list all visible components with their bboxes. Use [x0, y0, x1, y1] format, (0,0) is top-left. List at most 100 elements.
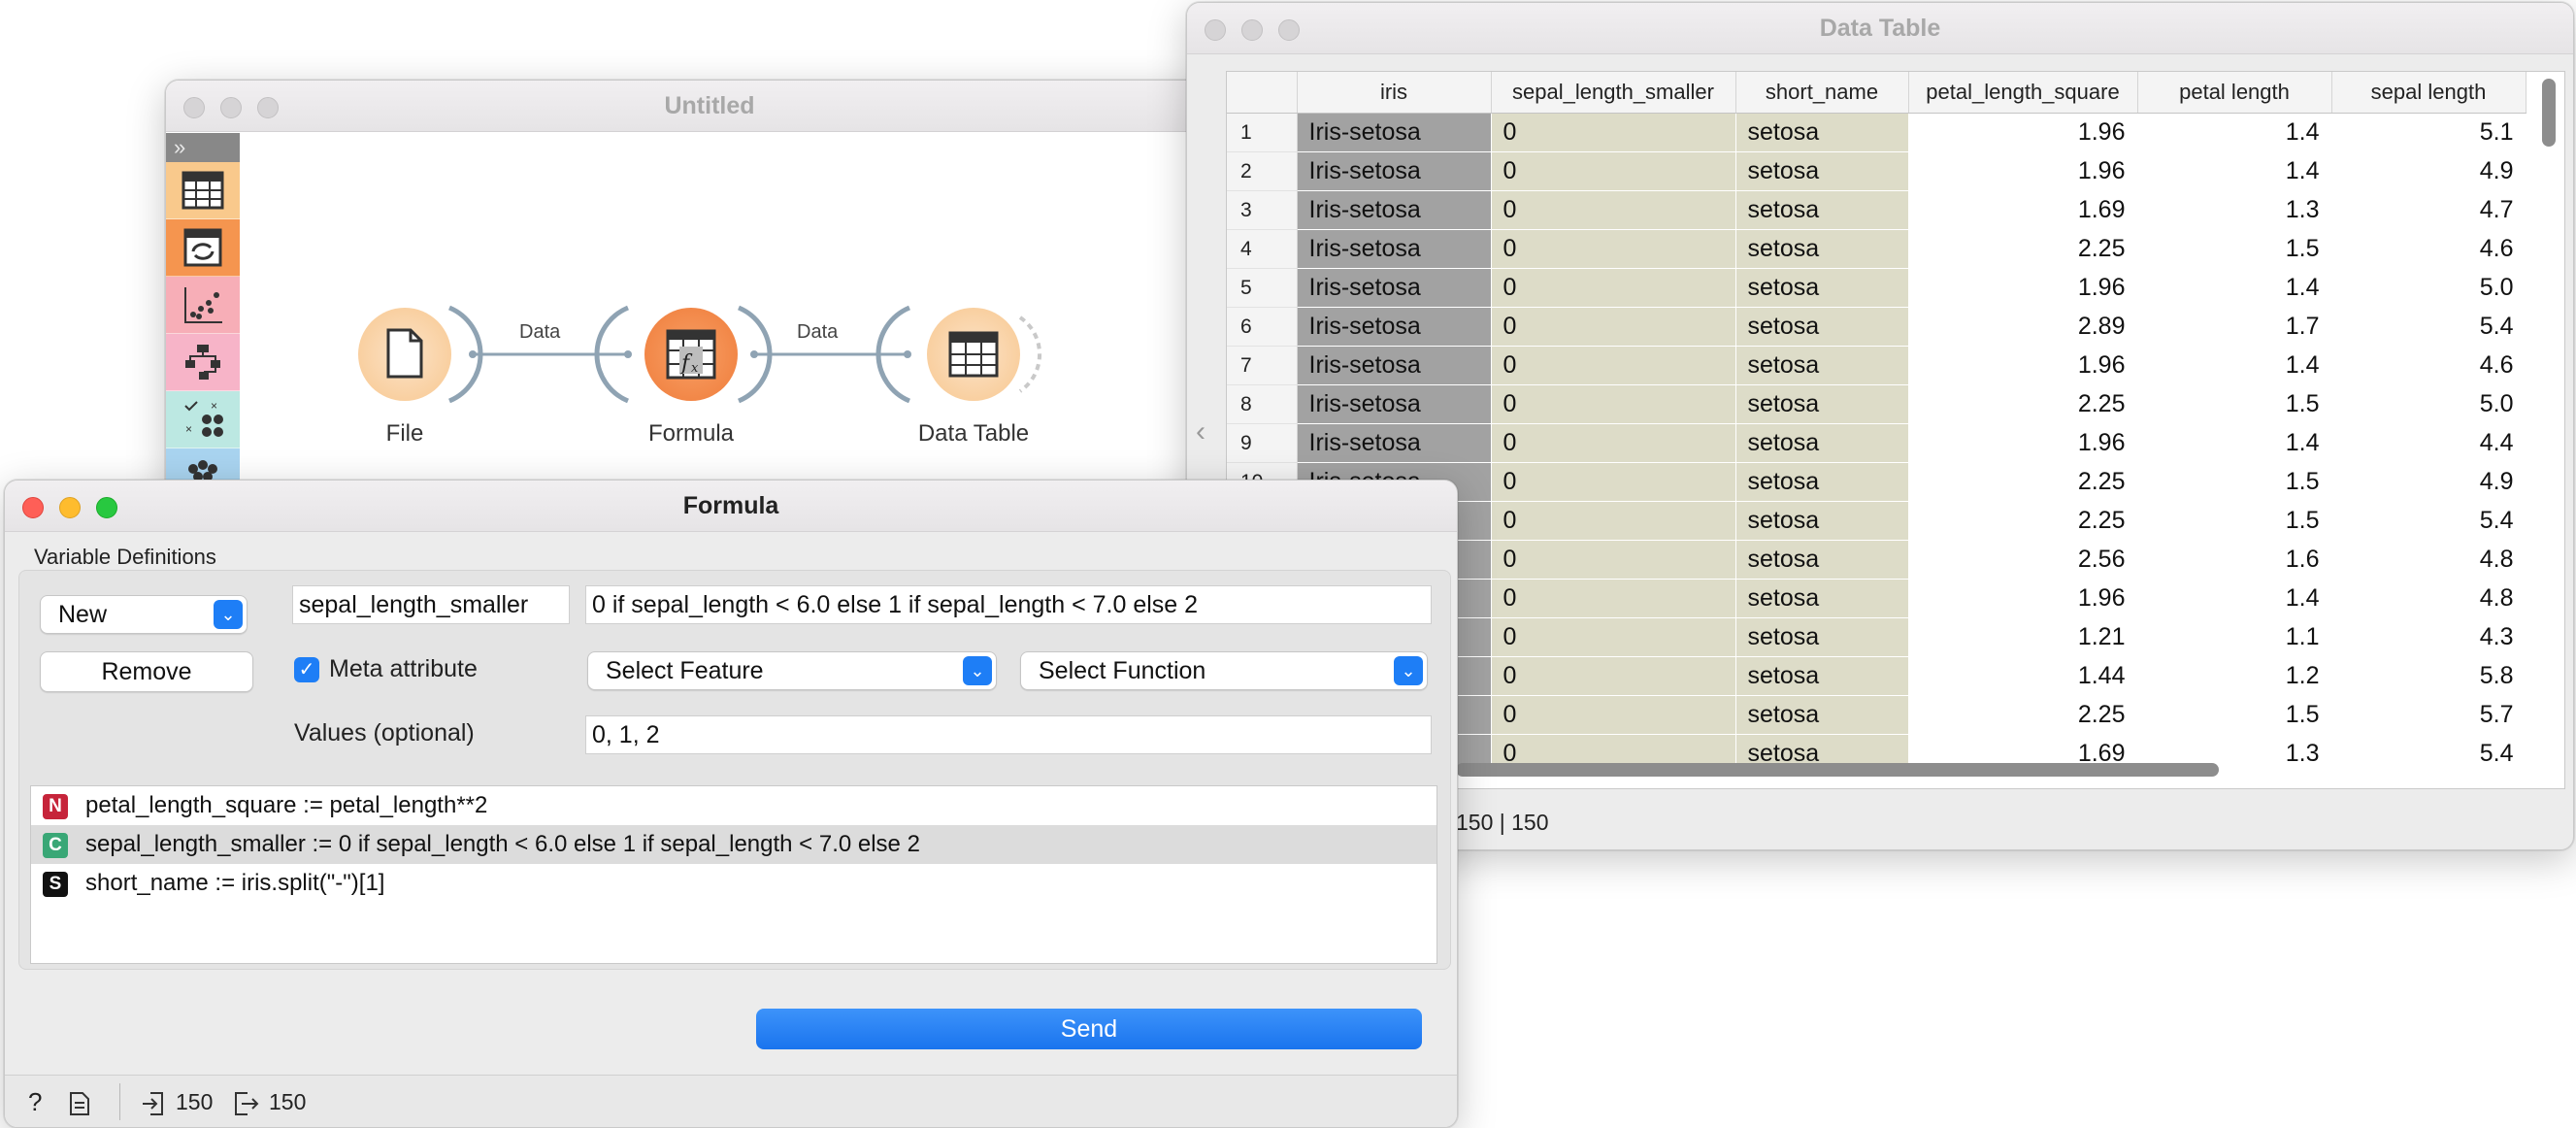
input-count: 150	[176, 1089, 214, 1114]
table-row[interactable]: 1 Iris-setosa 0 setosa 1.96 1.4 5.1	[1227, 113, 2526, 152]
table-cell: 0	[1491, 346, 1736, 385]
table-row[interactable]: 4 Iris-setosa 0 setosa 2.25 1.5 4.6	[1227, 229, 2526, 269]
node-label: Formula	[647, 420, 735, 447]
table-cell: 4.8	[2331, 540, 2526, 580]
table-cell: 4.7	[2331, 190, 2526, 230]
send-button[interactable]: Send	[756, 1009, 1422, 1049]
table-cell: 4.8	[2331, 579, 2526, 618]
numeric-type-icon: N	[43, 794, 68, 819]
formula-titlebar: Formula	[5, 481, 1457, 532]
remove-button[interactable]: Remove	[40, 651, 253, 692]
list-item[interactable]: C sepal_length_smaller := 0 if sepal_len…	[31, 825, 1437, 864]
row-number: 4	[1227, 229, 1298, 269]
column-header[interactable]: sepal_length_smaller	[1491, 72, 1736, 114]
report-icon[interactable]	[69, 1091, 90, 1116]
table-cell: Iris-setosa	[1297, 113, 1492, 152]
values-input[interactable]	[585, 715, 1432, 754]
string-type-icon: S	[43, 872, 68, 897]
table-cell: 0	[1491, 462, 1736, 502]
table-cell: 0	[1491, 307, 1736, 347]
table-cell: setosa	[1735, 151, 1909, 191]
row-number: 9	[1227, 423, 1298, 463]
table-cell: setosa	[1735, 346, 1909, 385]
expression-input[interactable]	[585, 585, 1432, 624]
column-header[interactable]: petal length	[2137, 72, 2332, 114]
table-cell: 4.4	[2331, 423, 2526, 463]
table-cell: Iris-setosa	[1297, 229, 1492, 269]
node-formula-circle[interactable]: fx	[644, 308, 738, 401]
status-divider	[119, 1083, 120, 1120]
table-cell: Iris-setosa	[1297, 346, 1492, 385]
table-cell: 2.89	[1908, 307, 2138, 347]
table-cell: Iris-setosa	[1297, 151, 1492, 191]
variable-name-input[interactable]	[292, 585, 570, 624]
chevron-left-icon[interactable]: ‹	[1196, 415, 1205, 448]
status-bar: ? 150 150	[5, 1075, 1457, 1127]
table-row[interactable]: 3 Iris-setosa 0 setosa 1.69 1.3 4.7	[1227, 190, 2526, 230]
table-cell: setosa	[1735, 229, 1909, 269]
table-cell: setosa	[1735, 617, 1909, 657]
row-number: 5	[1227, 268, 1298, 308]
select-function-dropdown[interactable]: Select Function ⌄	[1020, 651, 1428, 690]
table-cell: 5.0	[2331, 384, 2526, 424]
table-cell: 1.96	[1908, 268, 2138, 308]
table-cell: Iris-setosa	[1297, 190, 1492, 230]
categorical-type-icon: C	[43, 833, 68, 858]
table-cell: 2.25	[1908, 384, 2138, 424]
node-file-circle[interactable]	[358, 308, 451, 401]
table-cell: 1.4	[2137, 268, 2332, 308]
list-item[interactable]: N petal_length_square := petal_length**2	[31, 786, 1437, 825]
row-number: 1	[1227, 113, 1298, 152]
table-cell: setosa	[1735, 190, 1909, 230]
table-cell: 1.96	[1908, 423, 2138, 463]
table-cell: 4.9	[2331, 462, 2526, 502]
table-cell: 1.44	[1908, 656, 2138, 696]
table-cell: 0	[1491, 268, 1736, 308]
table-cell: 0	[1491, 617, 1736, 657]
column-header[interactable]: petal_length_square	[1908, 72, 2138, 114]
list-item[interactable]: S short_name := iris.split("-")[1]	[31, 864, 1437, 903]
vertical-scrollbar[interactable]	[2542, 79, 2556, 147]
horizontal-scrollbar[interactable]	[1456, 763, 2219, 777]
window-title: Data Table	[1819, 15, 1941, 42]
table-cell: 1.5	[2137, 229, 2332, 269]
table-cell: 5.1	[2331, 113, 2526, 152]
meta-attribute-checkbox[interactable]: ✓	[294, 657, 319, 682]
table-cell: 1.96	[1908, 151, 2138, 191]
table-cell: 0	[1491, 501, 1736, 541]
table-cell: 0	[1491, 151, 1736, 191]
table-row[interactable]: 2 Iris-setosa 0 setosa 1.96 1.4 4.9	[1227, 151, 2526, 191]
select-feature-dropdown[interactable]: Select Feature ⌄	[587, 651, 997, 690]
table-cell: 0	[1491, 695, 1736, 735]
help-icon[interactable]: ?	[28, 1087, 42, 1117]
table-cell: 1.2	[2137, 656, 2332, 696]
new-variable-dropdown[interactable]: New ⌄	[40, 595, 248, 634]
table-cell: 1.4	[2137, 423, 2332, 463]
canvas-window: Untitled » × × Data Data File f x Formul…	[165, 80, 1254, 509]
node-data-table-circle[interactable]	[927, 308, 1020, 401]
definition-text: sepal_length_smaller := 0 if sepal_lengt…	[85, 831, 920, 857]
definitions-list[interactable]: N petal_length_square := petal_length**2…	[30, 785, 1437, 964]
table-row[interactable]: 9 Iris-setosa 0 setosa 1.96 1.4 4.4	[1227, 423, 2526, 463]
table-cell: 1.5	[2137, 501, 2332, 541]
column-header[interactable]: iris	[1297, 72, 1492, 114]
table-cell: 1.5	[2137, 384, 2332, 424]
table-cell: 1.96	[1908, 579, 2138, 618]
table-row[interactable]: 6 Iris-setosa 0 setosa 2.89 1.7 5.4	[1227, 307, 2526, 347]
table-row[interactable]: 7 Iris-setosa 0 setosa 1.96 1.4 4.6	[1227, 346, 2526, 385]
table-cell: 5.4	[2331, 501, 2526, 541]
node-label: File	[385, 420, 424, 447]
chevron-down-icon: ⌄	[963, 656, 992, 685]
row-number: 7	[1227, 346, 1298, 385]
table-row[interactable]: 8 Iris-setosa 0 setosa 2.25 1.5 5.0	[1227, 384, 2526, 424]
values-label: Values (optional)	[294, 719, 475, 746]
table-cell: setosa	[1735, 579, 1909, 618]
table-row[interactable]: 5 Iris-setosa 0 setosa 1.96 1.4 5.0	[1227, 268, 2526, 308]
column-header[interactable]: short_name	[1735, 72, 1909, 114]
row-number: 2	[1227, 151, 1298, 191]
table-cell: 5.8	[2331, 656, 2526, 696]
corner-cell[interactable]	[1227, 72, 1298, 114]
file-icon	[386, 328, 423, 379]
column-header[interactable]: sepal length	[2331, 72, 2526, 114]
table-cell: 1.7	[2137, 307, 2332, 347]
